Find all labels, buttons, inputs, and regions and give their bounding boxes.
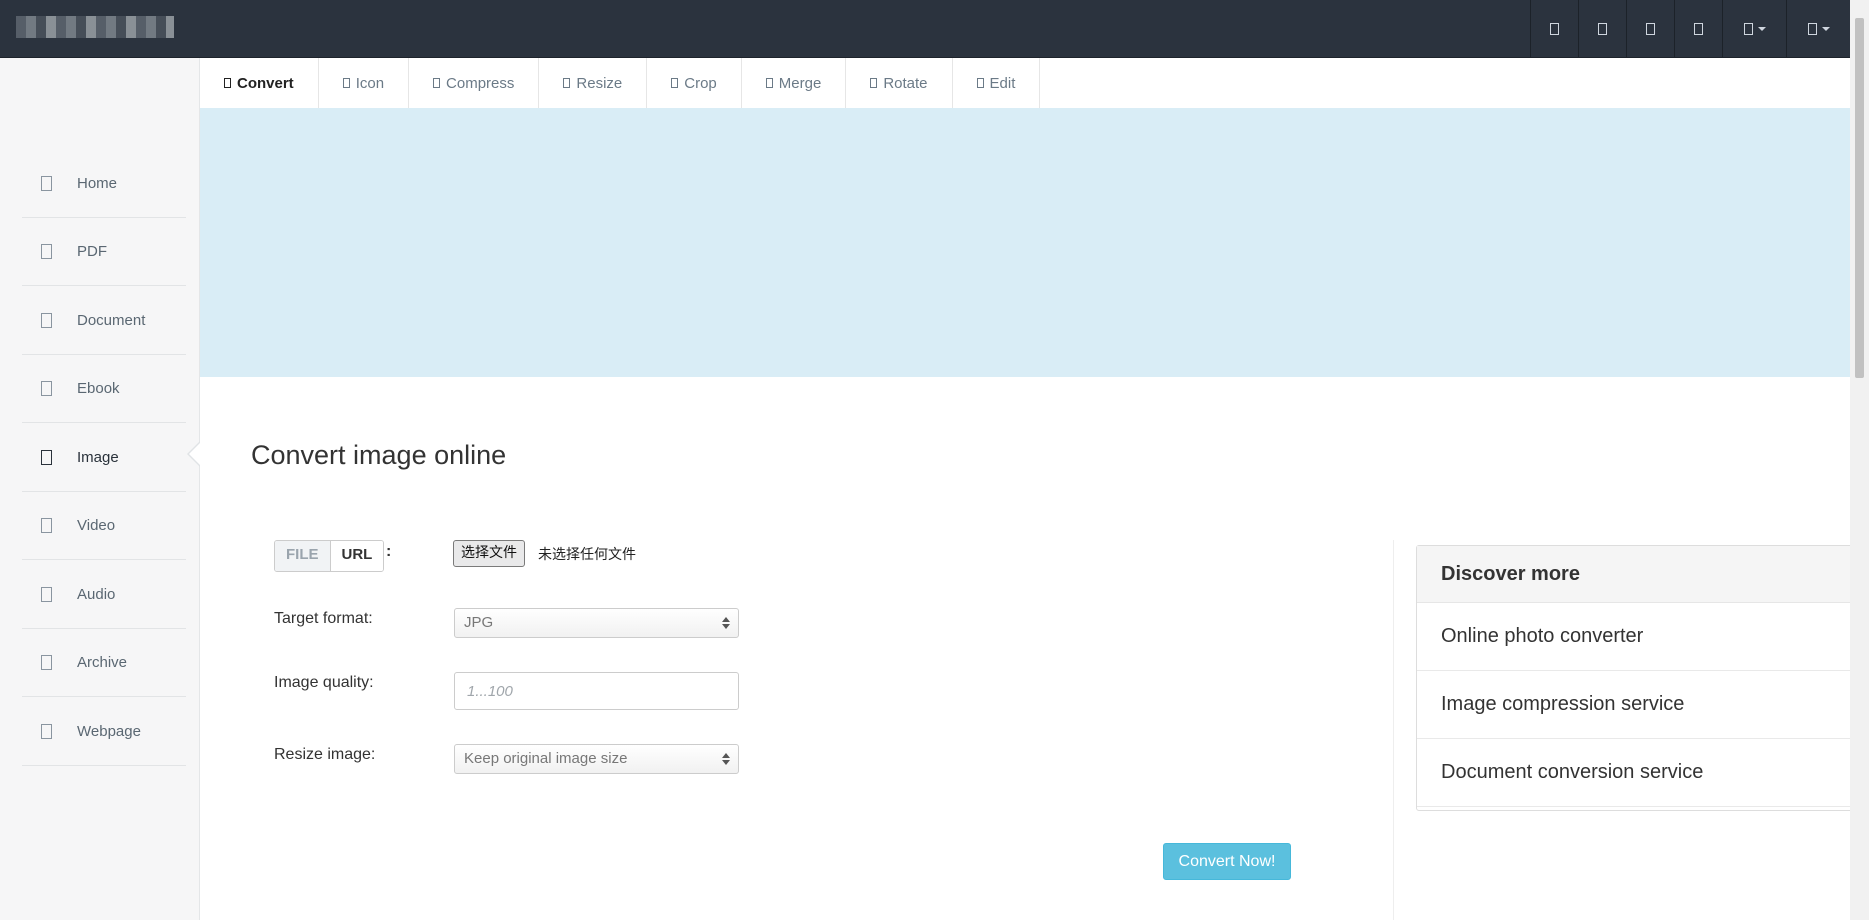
icon-tool-icon — [342, 78, 350, 88]
sidebar-item-label: Archive — [77, 654, 128, 671]
tab-label: Resize — [576, 74, 623, 92]
ebook-icon — [41, 381, 52, 396]
file-source-button[interactable]: FILE — [275, 541, 331, 571]
target-format-label: Target format: — [274, 610, 373, 627]
sidebar-item-pdf[interactable]: PDF — [22, 218, 186, 286]
sidebar-item-video[interactable]: Video — [22, 492, 186, 560]
nav-icon-1[interactable] — [1530, 0, 1578, 57]
tab-label: Merge — [778, 74, 822, 92]
edit-icon — [976, 78, 984, 88]
page-title: Convert image online — [251, 440, 507, 470]
tab-convert[interactable]: Convert — [200, 58, 319, 108]
tab-label: Convert — [237, 74, 294, 92]
archive-icon — [41, 655, 52, 670]
nav-icon-4[interactable] — [1674, 0, 1722, 57]
file-status-text: 未选择任何文件 — [538, 547, 636, 563]
sidebar-item-label: Home — [77, 175, 118, 192]
nav-icon-2[interactable] — [1578, 0, 1626, 57]
nav-dropdown-1[interactable] — [1722, 0, 1786, 57]
image-quality-label: Image quality: — [274, 674, 374, 691]
webpage-icon — [41, 724, 52, 739]
nav-dropdown-2[interactable] — [1786, 0, 1850, 57]
url-source-button[interactable]: URL — [330, 541, 384, 571]
discover-link[interactable]: Document conversion service — [1417, 739, 1855, 807]
tab-label: Compress — [446, 74, 515, 92]
discover-more-panel: Discover more Online photo converter Ima… — [1416, 545, 1856, 811]
page-scrollbar[interactable] — [1850, 0, 1869, 920]
target-format-select[interactable]: JPG — [454, 608, 739, 638]
tab-rotate[interactable]: Rotate — [846, 58, 953, 108]
sidebar-item-label: Image — [77, 449, 119, 466]
tab-crop[interactable]: Crop — [647, 58, 742, 108]
scrollbar-thumb[interactable] — [1855, 18, 1864, 378]
discover-more-heading: Discover more — [1417, 546, 1855, 603]
nav-glyph-icon — [1743, 22, 1753, 35]
sidebar-item-audio[interactable]: Audio — [22, 561, 186, 629]
crop-icon — [671, 78, 679, 88]
convert-now-button[interactable]: Convert Now! — [1163, 843, 1291, 880]
resize-image-label: Resize image: — [274, 746, 376, 763]
tab-icon[interactable]: Icon — [319, 58, 410, 108]
top-navbar — [0, 0, 1850, 58]
nav-glyph-icon — [1807, 22, 1817, 35]
image-icon — [41, 450, 52, 465]
sidebar-item-home[interactable]: Home — [22, 150, 186, 218]
tab-label: Edit — [989, 74, 1016, 92]
column-divider — [1393, 540, 1394, 920]
tab-merge[interactable]: Merge — [742, 58, 847, 108]
tab-resize[interactable]: Resize — [539, 58, 648, 108]
active-indicator-arrow — [187, 441, 201, 467]
tool-tabs: Convert Icon Compress Resize Crop Merge … — [200, 58, 1041, 109]
tab-label: Crop — [684, 74, 717, 92]
sidebar-item-label: Video — [77, 517, 116, 534]
sidebar-item-webpage[interactable]: Webpage — [22, 698, 186, 766]
sidebar-item-label: Ebook — [77, 380, 120, 397]
site-logo[interactable] — [16, 16, 174, 38]
discover-link[interactable]: Online photo converter — [1417, 603, 1855, 671]
tab-label: Icon — [355, 74, 385, 92]
sidebar-item-label: PDF — [77, 243, 107, 260]
sidebar-item-ebook[interactable]: Ebook — [22, 355, 186, 423]
source-colon: : — [386, 543, 392, 560]
ad-banner — [200, 108, 1850, 377]
home-icon — [41, 176, 52, 191]
audio-icon — [41, 587, 52, 602]
rotate-icon — [870, 78, 878, 88]
compress-icon — [433, 78, 441, 88]
sidebar-item-archive[interactable]: Archive — [22, 629, 186, 697]
nav-glyph-icon — [1550, 22, 1559, 35]
sidebar-item-label: Document — [77, 312, 146, 329]
source-toggle: FILE URL — [274, 540, 385, 572]
nav-glyph-icon — [1694, 22, 1703, 35]
image-quality-input[interactable] — [454, 672, 739, 710]
sidebar-item-label: Audio — [77, 586, 116, 603]
caret-down-icon — [1821, 26, 1830, 31]
resize-icon — [563, 78, 571, 88]
tab-edit[interactable]: Edit — [953, 58, 1041, 108]
resize-image-select[interactable]: Keep original image size — [454, 744, 739, 774]
document-icon — [41, 313, 52, 328]
nav-glyph-icon — [1598, 22, 1607, 35]
choose-file-button[interactable]: 选择文件 — [453, 540, 525, 567]
nav-glyph-icon — [1646, 22, 1655, 35]
sidebar-item-document[interactable]: Document — [22, 287, 186, 355]
target-format-value: JPG — [464, 614, 494, 631]
convert-icon — [224, 78, 231, 88]
nav-icon-3[interactable] — [1626, 0, 1674, 57]
merge-icon — [765, 78, 773, 88]
sidebar: Home PDF Document Ebook Image Video Audi… — [0, 58, 200, 920]
resize-image-value: Keep original image size — [464, 750, 628, 767]
discover-link[interactable]: Image compression service — [1417, 671, 1855, 739]
caret-down-icon — [1757, 26, 1766, 31]
tab-label: Rotate — [883, 74, 928, 92]
sidebar-item-label: Webpage — [77, 723, 141, 740]
sidebar-item-image[interactable]: Image — [22, 424, 186, 492]
video-icon — [41, 518, 52, 533]
tab-compress[interactable]: Compress — [409, 58, 540, 108]
top-nav-icons — [1530, 0, 1850, 57]
pdf-icon — [41, 244, 52, 259]
